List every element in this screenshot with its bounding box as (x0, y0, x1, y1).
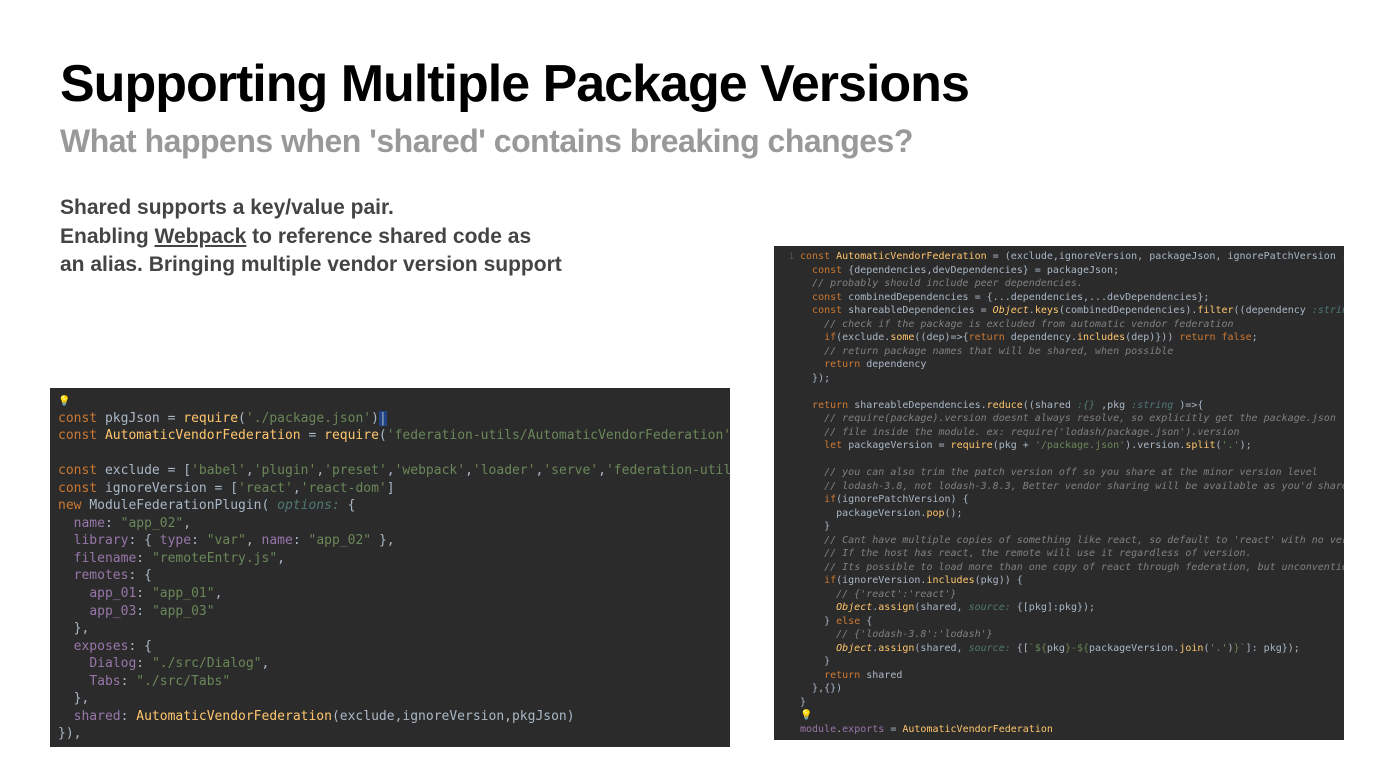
code-block-left: 💡 const pkgJson = require('./package.jso… (50, 388, 730, 747)
slide: Supporting Multiple Package Versions Wha… (0, 0, 1400, 279)
slide-title: Supporting Multiple Package Versions (60, 56, 1340, 113)
slide-description: Shared supports a key/value pair. Enabli… (60, 194, 680, 279)
webpack-underline: Webpack (155, 225, 247, 248)
code-block-right: 1const AutomaticVendorFederation = (excl… (774, 246, 1344, 740)
code-right-pre: 1const AutomaticVendorFederation = (excl… (774, 246, 1344, 740)
slide-subtitle: What happens when 'shared' contains brea… (60, 123, 1340, 160)
code-left-pre: 💡 const pkgJson = require('./package.jso… (50, 388, 730, 747)
